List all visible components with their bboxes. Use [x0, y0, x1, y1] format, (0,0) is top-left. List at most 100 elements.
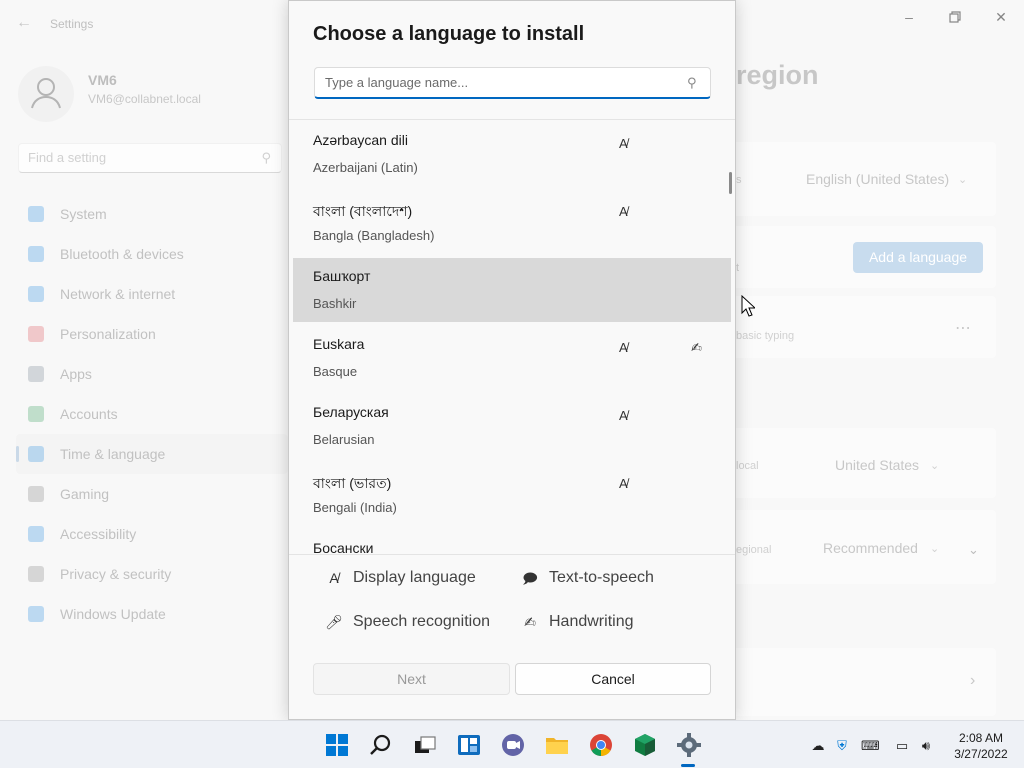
legend-text-to-speech: 🗩 Text-to-speech: [522, 569, 654, 586]
language-list-item[interactable]: Euskara Basque A̸ ✍︎: [293, 326, 731, 390]
sidebar-item-system[interactable]: System: [16, 194, 288, 234]
sidebar-item-label: Gaming: [60, 486, 110, 502]
time-language-icon: [28, 446, 44, 462]
microphone-icon: 🎤︎: [325, 614, 343, 630]
gaming-icon: [28, 486, 44, 502]
more-options-icon[interactable]: ⋯: [955, 318, 972, 338]
display-language-icon: A̸: [619, 136, 628, 151]
regional-format-card: egional Recommended ⌄ ⌄: [720, 510, 996, 584]
display-language-icon: A̸: [619, 340, 628, 355]
language-english-name: Bangla (Bangladesh): [313, 228, 435, 243]
start-icon[interactable]: [325, 733, 349, 757]
regional-format-select[interactable]: Recommended: [823, 540, 918, 556]
language-search-input[interactable]: [314, 67, 711, 99]
back-arrow-icon: ←: [16, 14, 32, 31]
language-list-item[interactable]: বাংলা (ভারত) Bengali (India) A̸: [293, 462, 731, 526]
maximize-button[interactable]: [933, 8, 977, 26]
sidebar-item-label: Windows Update: [60, 606, 166, 622]
system-clock[interactable]: 2:08 AM 3/27/2022: [946, 730, 1016, 762]
sidebar-item-accounts[interactable]: Accounts: [16, 394, 288, 434]
system-icon: [28, 206, 44, 222]
mouse-cursor: [741, 294, 757, 322]
sidebar-item-time-language[interactable]: Time & language: [16, 434, 288, 474]
sidebar-item-accessibility[interactable]: Accessibility: [16, 514, 288, 554]
legend-display-language: A̸ Display language: [325, 569, 475, 587]
sidebar-item-label: Personalization: [60, 326, 156, 342]
handwriting-icon: ✍︎: [691, 340, 702, 355]
sidebar-item-label: Network & internet: [60, 286, 176, 302]
minimize-button[interactable]: –: [887, 8, 931, 26]
language-native-name: Euskara: [313, 336, 365, 352]
sidebar-item-privacy-security[interactable]: Privacy & security: [16, 554, 288, 594]
windows-display-language-card: s English (United States) ⌄: [720, 142, 996, 216]
text-to-speech-icon: 🗩: [522, 570, 538, 586]
display-language-icon: A̸: [619, 408, 628, 423]
bluetooth-icon: [28, 246, 44, 262]
language-list-item[interactable]: Босански: [293, 530, 731, 555]
apps-icon: [28, 366, 44, 382]
display-language-icon: A̸: [329, 570, 339, 586]
network-disconnected-icon[interactable]: ☁: [809, 738, 827, 753]
country-region-card: local United States ⌄: [720, 428, 996, 498]
choose-language-dialog: Choose a language to install ⚲ Azərbayca…: [288, 0, 757, 720]
clock-time: 2:08 AM: [958, 731, 1004, 745]
language-native-name: Босански: [313, 540, 374, 555]
cube-app-icon[interactable]: [633, 733, 657, 757]
next-button[interactable]: Next: [313, 663, 510, 695]
update-icon: [28, 606, 44, 622]
dialog-title: Choose a language to install: [313, 23, 585, 45]
user-name: VM6: [88, 72, 117, 88]
user-email: VM6@collabnet.local: [88, 92, 201, 106]
language-list-item[interactable]: Башҡорт Bashkir: [293, 258, 731, 322]
shield-icon: [28, 566, 44, 582]
sidebar-item-gaming[interactable]: Gaming: [16, 474, 288, 514]
cancel-button[interactable]: Cancel: [515, 663, 711, 695]
sidebar-item-windows-update[interactable]: Windows Update: [16, 594, 288, 634]
chrome-icon[interactable]: [589, 733, 613, 757]
volume-icon[interactable]: 🔊︎: [917, 738, 935, 753]
sidebar-item-bluetooth-devices[interactable]: Bluetooth & devices: [16, 234, 288, 274]
user-icon: [31, 78, 61, 109]
related-settings-card[interactable]: ›: [720, 648, 996, 716]
teams-chat-icon[interactable]: [501, 733, 525, 757]
chevron-down-icon: ⌄: [958, 174, 968, 186]
language-english-name: Belarusian: [313, 432, 375, 447]
sidebar-item-apps[interactable]: Apps: [16, 354, 288, 394]
page-title: region: [736, 60, 819, 90]
language-native-name: বাংলা (বাংলাদেশ): [313, 203, 413, 219]
wifi-icon: [28, 286, 44, 302]
search-icon[interactable]: [369, 733, 393, 757]
sidebar-item-label: Accounts: [60, 406, 118, 422]
language-list-item[interactable]: Беларуская Belarusian A̸: [293, 394, 731, 458]
settings-gear-icon[interactable]: [677, 733, 701, 757]
task-view-icon[interactable]: [413, 733, 437, 757]
sidebar-item-personalization[interactable]: Personalization: [16, 314, 288, 354]
brush-icon: [28, 326, 44, 342]
sidebar-item-label: Bluetooth & devices: [60, 246, 184, 262]
find-setting-placeholder: Find a setting: [28, 150, 107, 165]
file-explorer-icon[interactable]: [545, 733, 569, 757]
language-english-name: Basque: [313, 364, 358, 379]
accessibility-icon: [28, 526, 44, 542]
language-list-item[interactable]: বাংলা (বাংলাদেশ) Bangla (Bangladesh) A̸: [293, 190, 731, 254]
language-list-item[interactable]: Azərbaycan dili Azerbaijani (Latin) A̸: [293, 122, 731, 186]
expand-chevron-icon[interactable]: ⌄: [968, 542, 979, 558]
sidebar-item-label: System: [60, 206, 107, 222]
back-button[interactable]: ←: [14, 13, 34, 33]
defender-shield-icon[interactable]: ⛨: [833, 738, 851, 753]
display-icon[interactable]: ▭: [893, 738, 911, 753]
sidebar-item-label: Accessibility: [60, 526, 137, 542]
card-label: local: [736, 460, 759, 472]
region-select[interactable]: United States: [835, 457, 919, 473]
display-language-icon: A̸: [619, 476, 628, 491]
close-button[interactable]: ✕: [979, 8, 1023, 26]
add-language-button[interactable]: Add a language: [853, 242, 983, 273]
display-language-select[interactable]: English (United States): [806, 171, 949, 187]
find-setting-input[interactable]: Find a setting ⚲: [18, 143, 282, 173]
legend-handwriting: ✍︎ Handwriting: [521, 613, 633, 631]
sidebar-item-network-internet[interactable]: Network & internet: [16, 274, 288, 314]
language-list[interactable]: Azərbaycan dili Azerbaijani (Latin) A̸ বাংল…: [289, 119, 735, 555]
app-title: Settings: [50, 17, 94, 31]
widgets-icon[interactable]: [457, 733, 481, 757]
keyboard-icon[interactable]: ⌨: [861, 738, 880, 753]
